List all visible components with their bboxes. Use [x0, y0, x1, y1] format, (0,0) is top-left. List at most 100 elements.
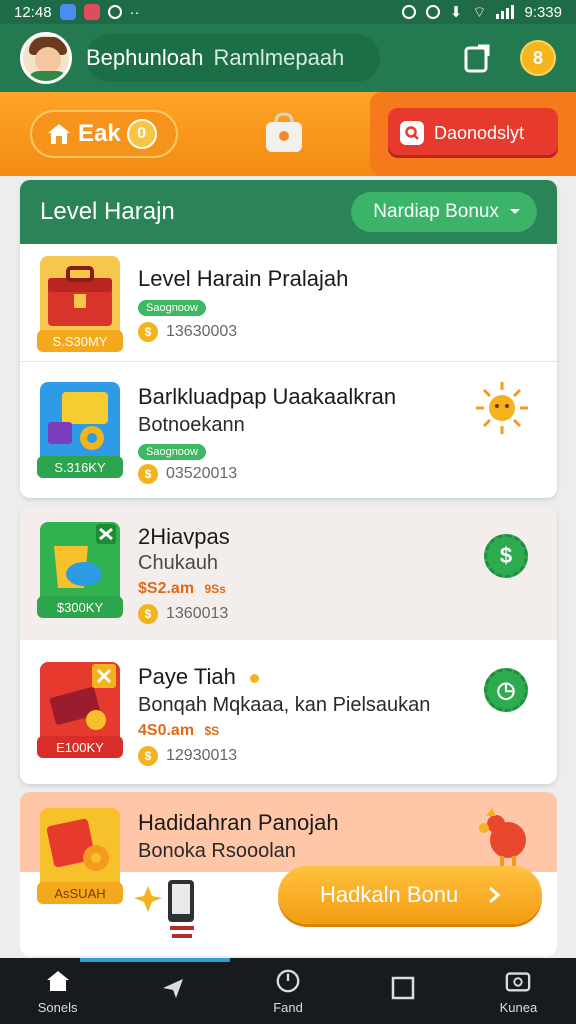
item-title: Barlkluadpap Uaakaalkran — [138, 384, 397, 409]
item-title: 2Hiavpas — [138, 524, 230, 549]
home-pill-badge: 0 — [126, 119, 157, 149]
rooster-sticker-icon — [479, 808, 526, 866]
coin-icon: 8 — [532, 47, 543, 68]
hand-logo-icon — [134, 880, 194, 938]
more-dots-icon: ·· — [129, 3, 140, 21]
toolbox-icon — [48, 266, 112, 326]
item-price: 4S0.am $S — [138, 722, 219, 740]
profile-name[interactable]: Bephunloah Ramlmepaah — [86, 34, 381, 82]
item-price-main: $S2.am — [138, 580, 195, 597]
item-price-small: 9Ss — [204, 582, 226, 596]
battery-time: 9:339 — [524, 3, 562, 21]
signal-icon — [496, 5, 515, 19]
coin-icon: $ — [138, 746, 158, 766]
sun-sticker-icon — [476, 382, 528, 434]
timer-icon — [275, 968, 301, 994]
item-subtitle: Botnoekann — [138, 414, 245, 436]
nav-active-indicator — [80, 958, 230, 962]
gift-icon — [46, 818, 109, 871]
search-button[interactable]: Daonodslyt — [388, 108, 558, 158]
sync-icon — [107, 5, 122, 19]
item-subtitle: Bonoka Rsooolan — [138, 840, 296, 862]
dot-icon — [249, 673, 259, 683]
item-tag: E100KY — [37, 736, 123, 758]
edit-button[interactable] — [460, 41, 494, 75]
edit-icon — [464, 44, 490, 73]
item-meta-value: 12930013 — [166, 747, 238, 764]
item-meta: $ 1360013 — [138, 604, 228, 624]
gift-thumbnail: AsSUAH — [37, 808, 123, 904]
item-title: Hadidahran Panojah — [138, 810, 339, 835]
bucket-thumbnail: $300KY — [37, 522, 123, 618]
home-pill-label: Eak — [78, 120, 121, 147]
bluetooth-icon — [401, 5, 416, 19]
item-tag: AsSUAH — [37, 882, 123, 904]
home-icon — [48, 124, 70, 144]
nav-camera[interactable]: Kunea — [461, 958, 576, 1024]
item-subtitle: Chukauh — [138, 552, 219, 574]
item-chip: Saognoow — [138, 444, 206, 460]
item-price-small: $S — [204, 724, 220, 738]
status-time: 12:48 — [14, 3, 52, 21]
item-tag: S.316KY — [37, 456, 123, 478]
chevron-down-icon — [510, 209, 520, 214]
nav-find-label: Fand — [273, 999, 303, 1015]
item-price-main: 4S0.am — [138, 722, 195, 739]
item-title: Paye Tiah — [138, 664, 259, 690]
item-meta: $ 03520013 — [138, 464, 237, 484]
wallet-icon — [49, 664, 116, 730]
level-panel-title: Level Harajn — [40, 198, 175, 225]
nav-home-label: Sonels — [37, 999, 78, 1015]
item-meta: $ 12930013 — [138, 746, 237, 766]
nav-home[interactable]: Sonels — [0, 958, 115, 1024]
nav-find[interactable]: Fand — [230, 958, 345, 1024]
toolbox-thumbnail: S.S30MY — [37, 256, 123, 352]
dollar-gear-icon[interactable]: $ — [484, 534, 528, 578]
claim-bonus-button[interactable]: Hadkaln Bonu — [278, 866, 542, 924]
coin-icon: $ — [138, 464, 158, 484]
square-icon — [390, 975, 416, 1001]
status-bar: 12:48 ·· ⬇ ⌔ 9:339 — [0, 0, 576, 24]
profile-first-name: Bephunloah — [86, 45, 204, 70]
item-price: $S2.am 9Ss — [138, 580, 226, 598]
bonus-dropdown-label: Nardiap Bonux — [373, 201, 499, 222]
coin-icon: $ — [138, 604, 158, 624]
alarm-icon — [425, 5, 440, 19]
app-header: Bephunloah Ramlmepaah 8 — [0, 24, 576, 92]
nav-camera-label: Kunea — [499, 999, 538, 1015]
coin-icon: $ — [138, 322, 158, 342]
bonus-dropdown[interactable]: Nardiap Bonux — [351, 192, 537, 232]
top-action-bar: Eak 0 Daonodslyt — [0, 92, 576, 176]
item-meta-value: 13630003 — [166, 323, 238, 340]
item-title: Level Harain Pralajah — [138, 266, 349, 291]
avatar[interactable] — [20, 32, 72, 84]
item-meta-value: 1360013 — [166, 605, 229, 622]
list-item[interactable]: S.316KY Barlkluadpap Uaakaalkran Botnoek… — [20, 362, 557, 496]
coin-button[interactable]: 8 — [520, 40, 556, 76]
bag-icon[interactable] — [262, 112, 306, 154]
app-notification-icon — [59, 4, 76, 20]
list-item[interactable]: S.S30MY Level Harain Pralajah Saognoow $… — [20, 248, 557, 360]
list-item[interactable]: $300KY 2Hiavpas Chukauh $S2.am 9Ss $ 136… — [20, 506, 557, 640]
item-meta-value: 03520013 — [166, 465, 238, 482]
item-title-text: Paye Tiah — [138, 664, 236, 689]
nav-square[interactable] — [346, 958, 461, 1024]
wifi-icon: ⌔ — [472, 3, 487, 21]
bottom-navigation: Sonels Fand Kunea — [0, 958, 576, 1024]
home-pill-button[interactable]: Eak 0 — [30, 110, 178, 158]
home-icon — [45, 968, 71, 994]
level-panel-header: Level Harajn Nardiap Bonux — [20, 180, 557, 246]
bucket-icon — [54, 524, 116, 588]
chevron-right-icon — [489, 886, 501, 904]
search-button-label: Daonodslyt — [434, 122, 525, 143]
gears-thumbnail: S.316KY — [37, 382, 123, 478]
download-icon: ⬇ — [449, 4, 463, 21]
nav-send[interactable] — [115, 958, 230, 1024]
item-chip: Saognoow — [138, 300, 206, 316]
item-subtitle: Bonqah Mqkaaa, kan Pielsaukan — [138, 694, 431, 716]
clock-gear-icon[interactable]: ◷ — [484, 668, 528, 712]
wallet-thumbnail: E100KY — [37, 662, 123, 758]
send-icon — [160, 975, 186, 1001]
list-item[interactable]: E100KY Paye Tiah Bonqah Mqkaaa, kan Piel… — [20, 640, 557, 784]
search-icon — [400, 121, 424, 145]
